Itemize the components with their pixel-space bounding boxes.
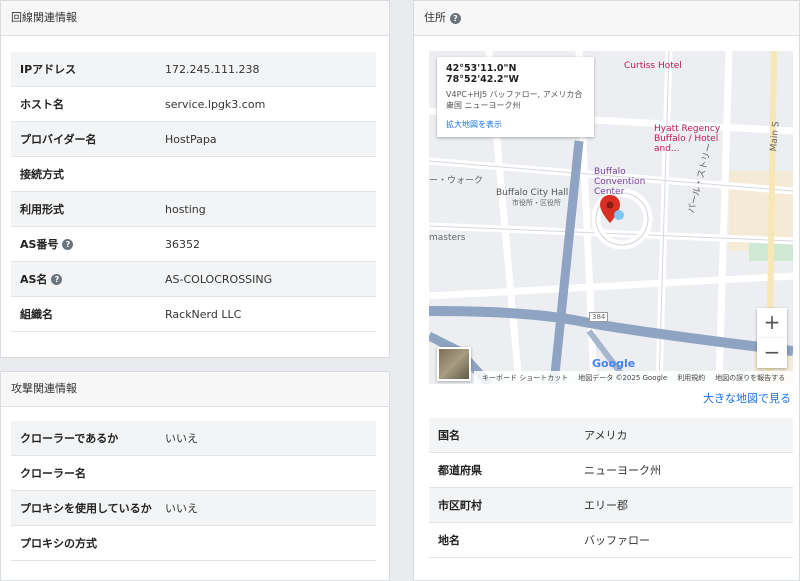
row-key: 地名 xyxy=(438,534,460,547)
row-value: 172.245.111.238 xyxy=(165,62,260,76)
row-key: 市区町村 xyxy=(438,499,482,512)
table-row: 接続方式 xyxy=(11,157,376,192)
row-key: AS番号 xyxy=(20,238,59,251)
poi-cityhall-sub: 市役所・区役所 xyxy=(512,199,561,207)
table-row: IPアドレス 172.245.111.238 xyxy=(11,52,376,87)
row-key: AS名 xyxy=(20,273,48,286)
attack-info-table: クローラーであるか いいえ クローラー名 プロキシを使用しているか いいえ プロキシ… xyxy=(11,421,376,561)
table-row: 組織名 RackNerd LLC xyxy=(11,297,376,332)
row-value: AS-COLOCROSSING xyxy=(165,272,273,286)
row-key: 組織名 xyxy=(20,308,53,321)
table-row: プロキシを使用しているか いいえ xyxy=(11,491,376,526)
zoom-in-button[interactable]: + xyxy=(757,308,787,338)
location-dot-icon xyxy=(614,210,624,220)
keyboard-shortcuts-link[interactable]: キーボード ショートカット xyxy=(482,373,568,383)
table-row: クローラー名 xyxy=(11,456,376,491)
map[interactable]: 42°53'11.0"N 78°52'42.2"W V4PC+HJ5 バッファロ… xyxy=(429,51,793,384)
attack-info-title: 攻撃関連情報 xyxy=(1,372,389,407)
poi-convention[interactable]: Buffalo Convention Center xyxy=(594,167,674,197)
map-data-text: 地図データ ©2025 Google xyxy=(578,373,668,382)
row-key: プロキシの方式 xyxy=(20,537,97,550)
address-table: 国名 アメリカ 都道府県 ニューヨーク州 市区町村 エリー郡 地名 バッファロー xyxy=(429,418,793,558)
table-row: 都道府県 ニューヨーク州 xyxy=(429,453,793,488)
zoom-out-button[interactable]: − xyxy=(757,338,787,368)
table-row: プロキシの方式 xyxy=(11,526,376,561)
row-key: プロキシを使用しているか xyxy=(20,502,152,515)
row-value: HostPapa xyxy=(165,132,217,146)
help-icon[interactable]: ? xyxy=(62,238,74,250)
row-value: RackNerd LLC xyxy=(165,307,242,321)
attack-info-card: 攻撃関連情報 クローラーであるか いいえ クローラー名 プロキシを使用しているかい… xyxy=(0,371,390,581)
row-key: 利用形式 xyxy=(20,203,64,216)
table-row: 地名 バッファロー xyxy=(429,523,793,558)
map-coordinates: 42°53'11.0"N 78°52'42.2"W xyxy=(446,63,519,85)
row-value: いいえ xyxy=(165,432,198,445)
line-info-card: 回線関連情報 IPアドレス 172.245.111.238 ホスト名 service… xyxy=(0,0,390,358)
row-key: IPアドレス xyxy=(20,63,77,76)
line-info-table: IPアドレス 172.245.111.238 ホスト名 service.lpgk3.… xyxy=(11,52,376,332)
row-value: いいえ xyxy=(165,502,198,515)
row-value: バッファロー xyxy=(584,534,650,547)
table-row: 国名 アメリカ xyxy=(429,418,793,453)
row-key: 都道府県 xyxy=(438,464,482,477)
google-logo: Google xyxy=(592,357,636,370)
row-value: service.lpgk3.com xyxy=(165,97,266,111)
map-footer: キーボード ショートカット 地図データ ©2025 Google 利用規約 地図… xyxy=(474,371,793,384)
row-key: 国名 xyxy=(438,429,460,442)
bigger-map-link[interactable]: 大きな地図で見る xyxy=(703,390,791,406)
table-row: 市区町村 エリー郡 xyxy=(429,488,793,523)
table-row: プロバイダー名 HostPapa xyxy=(11,122,376,157)
row-value: hosting xyxy=(165,202,206,216)
table-row: AS番号? 36352 xyxy=(11,227,376,262)
row-value: ニューヨーク州 xyxy=(584,464,661,477)
enlarge-map-link[interactable]: 拡大地図を表示 xyxy=(446,119,585,130)
report-error-link[interactable]: 地図の誤りを報告する xyxy=(715,373,785,383)
terms-link[interactable]: 利用規約 xyxy=(677,373,705,383)
address-card: 住所? 42°53'11.0"N 78°52'42.2"W V4PC+HJ5 バ… xyxy=(413,0,800,581)
map-address: V4PC+HJ5 バッファロー, アメリカ合衆国 ニューヨーク州 xyxy=(446,90,583,110)
table-row: クローラーであるか いいえ xyxy=(11,421,376,456)
table-row: ホスト名 service.lpgk3.com xyxy=(11,87,376,122)
poi-curtiss[interactable]: Curtiss Hotel xyxy=(624,61,682,71)
row-key: クローラーであるか xyxy=(20,432,119,445)
table-row: AS名? AS-COLOCROSSING xyxy=(11,262,376,297)
address-title: 住所 xyxy=(424,11,446,24)
satellite-toggle-button[interactable] xyxy=(437,347,471,381)
help-icon[interactable]: ? xyxy=(450,13,461,24)
row-value: アメリカ xyxy=(584,429,628,442)
table-row: 利用形式 hosting xyxy=(11,192,376,227)
row-value: 36352 xyxy=(165,237,200,251)
address-header: 住所? xyxy=(414,1,799,36)
poi-cityhall[interactable]: Buffalo City Hall xyxy=(496,188,568,198)
row-value: エリー郡 xyxy=(584,499,628,512)
row-key: ホスト名 xyxy=(20,98,64,111)
row-key: 接続方式 xyxy=(20,168,64,181)
route-shield: 384 xyxy=(589,312,609,322)
row-key: プロバイダー名 xyxy=(20,133,97,146)
street-label: ー・ウォーク xyxy=(429,176,484,186)
poi-masters: masters xyxy=(429,233,466,243)
help-icon[interactable]: ? xyxy=(51,273,63,285)
row-key: クローラー名 xyxy=(20,467,86,480)
line-info-title: 回線関連情報 xyxy=(1,1,389,36)
map-info-box: 42°53'11.0"N 78°52'42.2"W V4PC+HJ5 バッファロ… xyxy=(437,57,594,137)
